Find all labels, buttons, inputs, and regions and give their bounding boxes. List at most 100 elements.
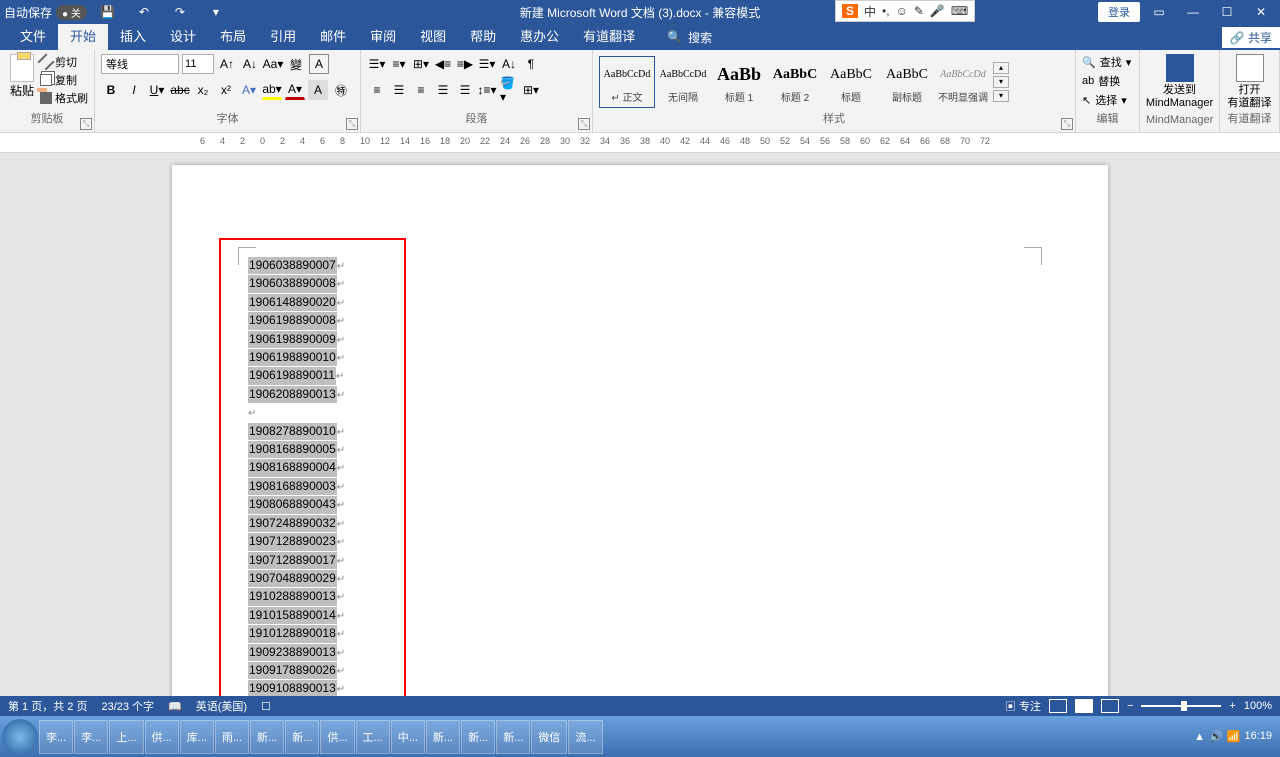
style-标题 2[interactable]: AaBbC标题 2 <box>767 56 823 108</box>
paste-button[interactable]: 粘贴 <box>6 54 38 99</box>
superscript-button[interactable]: x² <box>216 80 236 100</box>
tell-me-search[interactable]: 🔍搜索 <box>667 29 712 46</box>
zoom-level[interactable]: 100% <box>1244 700 1272 712</box>
font-size-input[interactable] <box>182 54 214 74</box>
style-无间隔[interactable]: AaBbCcDd无间隔 <box>655 56 711 108</box>
zoom-out-button[interactable]: − <box>1127 700 1133 712</box>
language-status[interactable]: 英语(美国) <box>196 698 247 714</box>
sort-button[interactable]: A↓ <box>499 54 519 74</box>
redo-icon[interactable]: ↷ <box>165 5 195 19</box>
ribbon-options-icon[interactable]: ▭ <box>1144 5 1174 19</box>
undo-icon[interactable]: ↶ <box>129 5 159 19</box>
subscript-button[interactable]: x₂ <box>193 80 213 100</box>
zoom-slider[interactable] <box>1141 705 1221 707</box>
login-button[interactable]: 登录 <box>1098 2 1140 22</box>
phonetic-guide-button[interactable]: 變 <box>286 54 306 74</box>
shrink-font-button[interactable]: A↓ <box>240 54 260 74</box>
ruler: 6420246810121416182022242628303234363840… <box>0 133 1280 153</box>
close-icon[interactable]: ✕ <box>1246 5 1276 19</box>
shading-button[interactable]: 🪣▾ <box>499 80 519 100</box>
tab-design[interactable]: 设计 <box>158 24 208 50</box>
autosave-toggle[interactable]: 自动保存 ● 关 <box>4 4 87 21</box>
format-painter-button[interactable]: 格式刷 <box>40 90 88 106</box>
tab-mail[interactable]: 邮件 <box>308 24 358 50</box>
justify-button[interactable]: ☰ <box>433 80 453 100</box>
numbering-button[interactable]: ≡▾ <box>389 54 409 74</box>
enclose-char-button[interactable]: ㊕ <box>331 80 351 100</box>
document-area[interactable]: 1906038890007↵1906038890008↵190614889002… <box>0 153 1280 696</box>
distribute-button[interactable]: ☰ <box>455 80 475 100</box>
tab-help[interactable]: 帮助 <box>458 24 508 50</box>
asian-layout-button[interactable]: ☰▾ <box>477 54 497 74</box>
line-spacing-button[interactable]: ↕≡▾ <box>477 80 497 100</box>
document-text[interactable]: 1906038890007↵1906038890008↵190614889002… <box>248 257 1032 696</box>
char-border-button[interactable]: A <box>309 54 329 74</box>
increase-indent-button[interactable]: ≡▶ <box>455 54 475 74</box>
font-name-input[interactable] <box>101 54 179 74</box>
cut-button[interactable]: 剪切 <box>40 54 88 70</box>
tab-review[interactable]: 审阅 <box>358 24 408 50</box>
styles-more[interactable]: ▾ <box>993 90 1009 102</box>
underline-button[interactable]: U▾ <box>147 80 167 100</box>
tab-insert[interactable]: 插入 <box>108 24 158 50</box>
strikethrough-button[interactable]: abc <box>170 80 190 100</box>
word-count[interactable]: 23/23 个字 <box>101 698 154 714</box>
para-launcher[interactable]: ⤡ <box>578 118 590 130</box>
save-icon[interactable]: 💾 <box>93 5 123 19</box>
style-不明显强调[interactable]: AaBbCcDd不明显强调 <box>935 56 991 108</box>
tab-layout[interactable]: 布局 <box>208 24 258 50</box>
minimize-icon[interactable]: — <box>1178 5 1208 19</box>
multilevel-button[interactable]: ⊞▾ <box>411 54 431 74</box>
show-marks-button[interactable]: ¶ <box>521 54 541 74</box>
highlight-button[interactable]: ab▾ <box>262 80 282 100</box>
tab-view[interactable]: 视图 <box>408 24 458 50</box>
group-label: 段落 <box>367 110 586 128</box>
styles-launcher[interactable]: ⤡ <box>1061 118 1073 130</box>
bold-button[interactable]: B <box>101 80 121 100</box>
ime-toolbar[interactable]: S 中•,☺✎🎤⌨ <box>835 0 975 22</box>
find-button[interactable]: 🔍查找▾ <box>1082 54 1131 70</box>
bullets-button[interactable]: ☰▾ <box>367 54 387 74</box>
mindmanager-button[interactable]: 发送到MindManager <box>1146 54 1213 114</box>
clipboard-launcher[interactable]: ⤡ <box>80 118 92 130</box>
spell-check-icon[interactable]: 📖 <box>168 700 182 713</box>
text-effects-button[interactable]: A▾ <box>239 80 259 100</box>
font-launcher[interactable]: ⤡ <box>346 118 358 130</box>
youdao-button[interactable]: 打开有道翻译 <box>1226 54 1273 110</box>
change-case-button[interactable]: Aa▾ <box>263 54 283 74</box>
zoom-in-button[interactable]: + <box>1229 700 1235 712</box>
accessibility-icon[interactable]: ☐ <box>261 700 271 713</box>
tab-huioffice[interactable]: 惠办公 <box>508 24 571 50</box>
styles-up[interactable]: ▴ <box>993 62 1009 74</box>
replace-icon: ab <box>1082 75 1094 87</box>
tab-youdao[interactable]: 有道翻译 <box>571 24 647 50</box>
select-button[interactable]: ↖选择▾ <box>1082 92 1127 108</box>
char-shading-button[interactable]: A <box>308 80 328 100</box>
replace-button[interactable]: ab替换 <box>1082 73 1120 89</box>
read-view-button[interactable] <box>1049 699 1067 713</box>
share-button[interactable]: 🔗 共享 <box>1222 27 1280 48</box>
web-view-button[interactable] <box>1101 699 1119 713</box>
styles-down[interactable]: ▾ <box>993 76 1009 88</box>
style-标题 1[interactable]: AaBb标题 1 <box>711 56 767 108</box>
maximize-icon[interactable]: ☐ <box>1212 5 1242 19</box>
tab-references[interactable]: 引用 <box>258 24 308 50</box>
align-center-button[interactable]: ☰ <box>389 80 409 100</box>
copy-button[interactable]: 复制 <box>40 72 88 88</box>
borders-button[interactable]: ⊞▾ <box>521 80 541 100</box>
tab-file[interactable]: 文件 <box>8 24 58 50</box>
style-标题[interactable]: AaBbC标题 <box>823 56 879 108</box>
tab-home[interactable]: 开始 <box>58 24 108 50</box>
align-left-button[interactable]: ≡ <box>367 80 387 100</box>
grow-font-button[interactable]: A↑ <box>217 54 237 74</box>
align-right-button[interactable]: ≡ <box>411 80 431 100</box>
font-color-button[interactable]: A▾ <box>285 80 305 100</box>
style-正文[interactable]: AaBbCcDd↵ 正文 <box>599 56 655 108</box>
page-status[interactable]: 第 1 页，共 2 页 <box>8 698 87 714</box>
decrease-indent-button[interactable]: ◀≡ <box>433 54 453 74</box>
style-副标题[interactable]: AaBbC副标题 <box>879 56 935 108</box>
qat-more-icon[interactable]: ▾ <box>201 5 231 19</box>
focus-mode-button[interactable]: ▣ 专注 <box>1005 698 1041 714</box>
print-view-button[interactable] <box>1075 699 1093 713</box>
italic-button[interactable]: I <box>124 80 144 100</box>
